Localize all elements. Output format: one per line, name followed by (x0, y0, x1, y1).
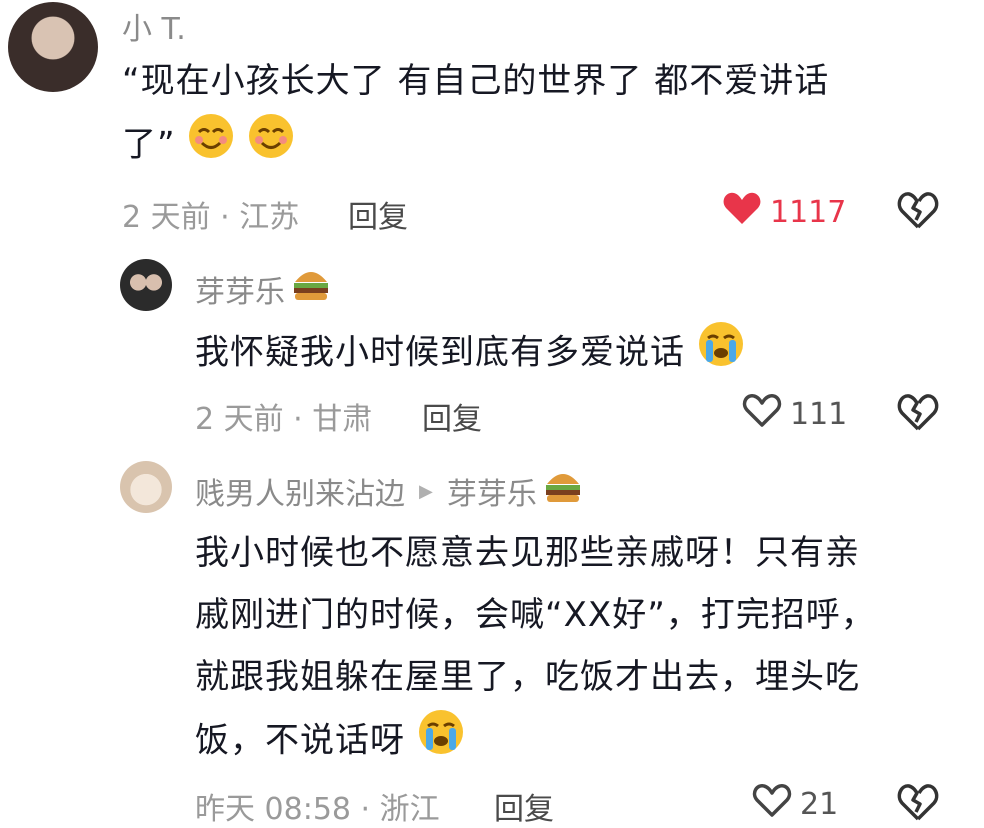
broken-heart-icon[interactable] (896, 782, 940, 826)
reply-button[interactable]: 回复 (422, 394, 482, 438)
broken-heart-icon[interactable] (896, 392, 940, 436)
like-button[interactable]: 21 (752, 782, 838, 826)
comment-meta: 昨天 08:58 · 浙江 (195, 792, 440, 827)
hamburger-emoji (543, 468, 583, 514)
comment-meta: 2 天前 · 江苏 (122, 200, 300, 235)
crying-emoji (417, 708, 465, 776)
heart-filled-icon (722, 190, 762, 234)
like-count: 111 (790, 396, 848, 432)
like-button[interactable]: 1117 (722, 190, 846, 234)
avatar[interactable] (120, 259, 172, 311)
blush-emoji (247, 112, 295, 180)
avatar[interactable] (8, 2, 98, 92)
reply-button[interactable]: 回复 (494, 784, 554, 828)
heart-outline-icon (742, 392, 782, 436)
comment-text: 我怀疑我小时候到底有多爱说话 (195, 320, 915, 388)
like-button[interactable]: 111 (742, 392, 847, 436)
reply-button[interactable]: 回复 (348, 192, 408, 236)
comment-text: 我小时候也不愿意去见那些亲戚呀！只有亲 戚刚进门的时候，会喊“XX好”，打完招呼… (195, 522, 955, 776)
crying-emoji (697, 320, 745, 388)
reply-to-author[interactable]: 芽芽乐 (447, 469, 537, 513)
hamburger-emoji (291, 266, 331, 312)
heart-outline-icon (752, 782, 792, 826)
comment-author[interactable]: 芽芽乐 (195, 266, 331, 312)
comment-text: “现在小孩长大了 有自己的世界了 都不爱讲话 了” (122, 50, 922, 180)
broken-heart-icon[interactable] (896, 190, 940, 234)
comment-author[interactable]: 贱男人别来沾边 ▶ 芽芽乐 (195, 468, 583, 514)
comment-author[interactable]: 小 T. (122, 4, 186, 48)
avatar[interactable] (120, 461, 172, 513)
like-count: 1117 (770, 194, 847, 230)
blush-emoji (187, 112, 235, 180)
reply-arrow-icon: ▶ (419, 480, 433, 502)
comment-meta: 2 天前 · 甘肃 (195, 402, 373, 437)
like-count: 21 (800, 786, 839, 822)
